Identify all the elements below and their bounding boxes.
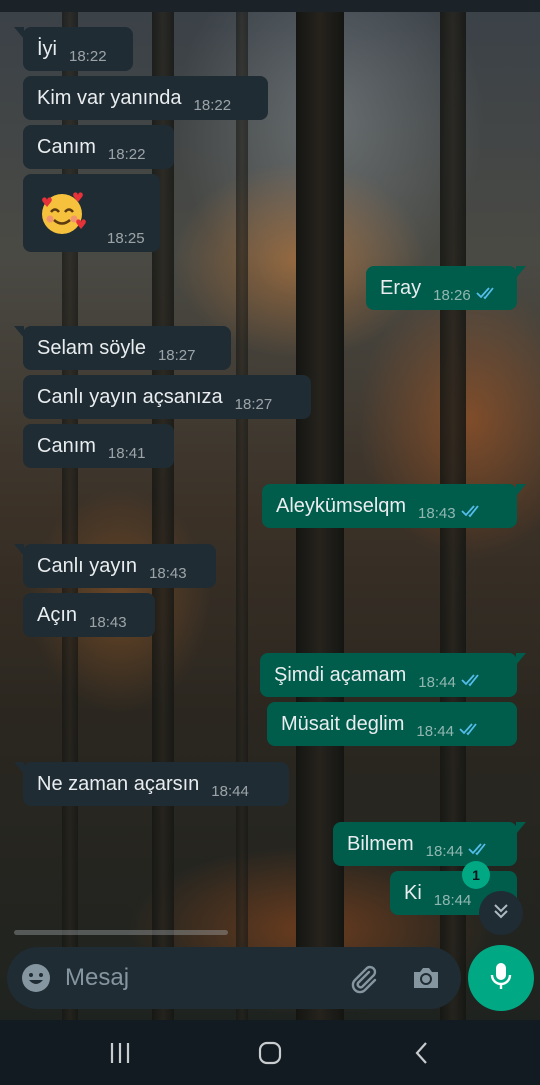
status-bar-strip xyxy=(0,0,540,12)
scroll-indicator xyxy=(14,930,228,935)
message-time: 18:43 xyxy=(89,614,127,631)
message-time: 18:44 xyxy=(418,674,456,691)
paperclip-icon[interactable] xyxy=(347,963,379,1000)
message-bubble[interactable]: 18:25 xyxy=(23,174,160,252)
message-time: 18:25 xyxy=(107,230,145,247)
message-text: Açın xyxy=(37,604,78,626)
message-text: Canım xyxy=(37,136,96,158)
message-text: Selam söyle xyxy=(37,337,146,359)
message-time: 18:43 xyxy=(149,565,187,582)
message-bubble[interactable]: Canım 18:41 xyxy=(23,424,174,468)
microphone-icon xyxy=(488,961,514,996)
smiling-face-with-hearts-icon xyxy=(37,188,87,243)
back-icon[interactable] xyxy=(402,1038,442,1068)
message-input[interactable] xyxy=(65,959,335,997)
message-composer xyxy=(7,947,461,1009)
home-icon[interactable] xyxy=(250,1038,290,1068)
message-bubble[interactable]: Selam söyle 18:27 xyxy=(14,326,231,370)
message-text: Kim var yanında xyxy=(37,87,182,109)
message-time: 18:44 xyxy=(416,723,454,740)
message-bubble[interactable]: Şimdi açamam 18:44 xyxy=(260,653,526,697)
message-time: 18:43 xyxy=(418,505,456,522)
system-navigation-bar xyxy=(0,1020,540,1085)
message-bubble[interactable]: Ne zaman açarsın 18:44 xyxy=(14,762,289,806)
message-bubble[interactable]: Bilmem 18:44 xyxy=(333,822,526,866)
scroll-down-button[interactable] xyxy=(479,891,523,935)
message-text: Canım xyxy=(37,435,96,457)
message-bubble[interactable]: Müsait deglim 18:44 xyxy=(267,702,517,746)
message-bubble[interactable]: Canlı yayın açsanıza 18:27 xyxy=(23,375,311,419)
message-bubble[interactable]: Canım 18:22 xyxy=(23,125,174,169)
message-text: Ki xyxy=(404,882,422,904)
message-time: 18:27 xyxy=(157,347,196,364)
message-bubble[interactable]: Eray 18:26 xyxy=(366,266,526,310)
message-time: 18:26 xyxy=(433,287,471,304)
message-time: 18:22 xyxy=(193,97,232,114)
message-time: 18:22 xyxy=(107,146,146,163)
message-bubble[interactable]: Açın 18:43 xyxy=(23,593,155,637)
message-time: 18:22 xyxy=(69,48,107,65)
message-bubble[interactable]: İyi 18:22 xyxy=(14,27,133,71)
message-time: 18:44 xyxy=(211,783,249,800)
message-text: Canlı yayın açsanıza xyxy=(37,386,223,408)
recent-apps-icon[interactable] xyxy=(100,1038,140,1068)
message-time: 18:27 xyxy=(234,396,273,413)
read-ticks-icon xyxy=(476,283,498,305)
message-text: Eray xyxy=(380,277,422,299)
emoji-icon[interactable] xyxy=(21,963,51,998)
message-time: 18:41 xyxy=(107,445,146,462)
message-text: Müsait deglim xyxy=(281,713,405,735)
microphone-button[interactable] xyxy=(468,945,534,1011)
message-bubble[interactable]: Kim var yanında 18:22 xyxy=(23,76,268,120)
read-ticks-icon xyxy=(468,839,490,861)
message-text: Canlı yayın xyxy=(37,555,138,577)
unread-count-badge: 1 xyxy=(462,861,490,889)
message-text: Ne zaman açarsın xyxy=(37,773,200,795)
double-chevron-down-icon xyxy=(490,900,512,927)
message-time: 18:44 xyxy=(425,843,464,860)
message-time: 18:44 xyxy=(433,892,472,909)
message-bubble[interactable]: Aleykümselqm 18:43 xyxy=(262,484,526,528)
message-text: Şimdi açamam xyxy=(274,664,407,686)
camera-icon[interactable] xyxy=(410,962,442,999)
read-ticks-icon xyxy=(461,670,483,692)
message-text: Bilmem xyxy=(347,833,414,855)
message-text: İyi xyxy=(37,38,57,60)
wallpaper-tree-trunk xyxy=(236,0,248,1020)
message-bubble[interactable]: Canlı yayın 18:43 xyxy=(14,544,216,588)
read-ticks-icon xyxy=(460,501,483,523)
read-ticks-icon xyxy=(459,719,481,741)
message-text: Aleykümselqm xyxy=(276,495,407,517)
